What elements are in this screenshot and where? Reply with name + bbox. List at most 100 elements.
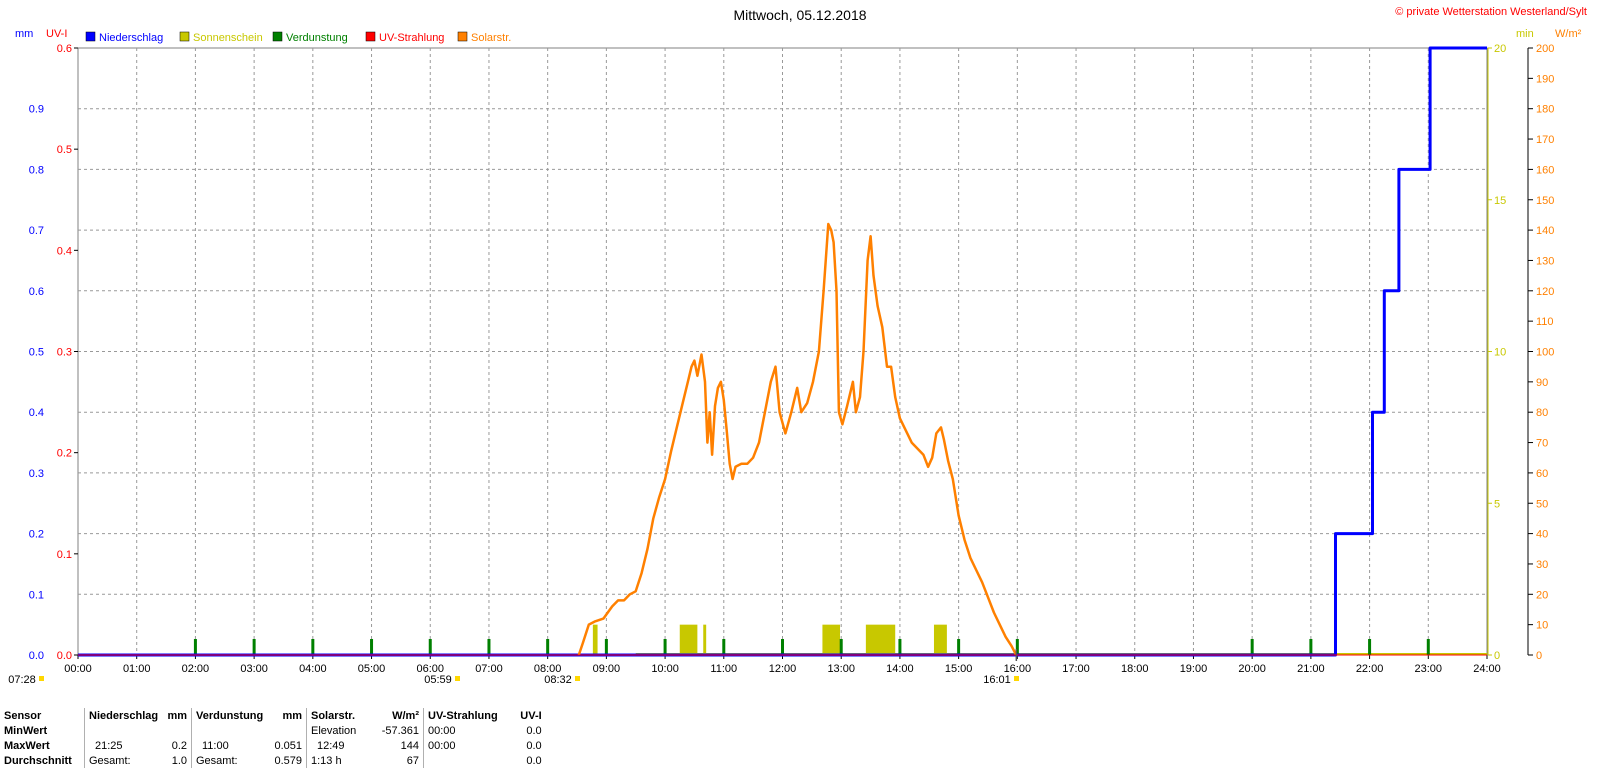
x-tick-label: 01:00 — [123, 663, 151, 675]
stats-cell: 67 — [406, 754, 419, 767]
min-tick-label: 10 — [1494, 347, 1506, 359]
x-tick-label: 07:00 — [475, 663, 503, 675]
mm-tick-label: 0.6 — [29, 286, 44, 298]
evaporation-spike — [722, 639, 726, 655]
evaporation-spike — [781, 639, 784, 655]
x-tick-label: 10:00 — [651, 663, 679, 675]
stats-cell: 11:00 — [191, 738, 268, 753]
evaporation-spike — [898, 639, 902, 655]
evaporation-spike — [1309, 639, 1313, 655]
wm2-tick-label: 50 — [1536, 498, 1548, 510]
solar-radiation-line — [577, 222, 1018, 656]
stats-header-niederschlag-unit: mm — [167, 709, 187, 722]
stats-table: Sensor Niederschlag mm Verdunstung mm So… — [0, 708, 546, 768]
x-tick-label: 00:00 — [64, 663, 92, 675]
wm2-tick-label: 100 — [1536, 347, 1554, 359]
legend-swatch — [457, 31, 468, 42]
legend-label: Solarstr. — [471, 32, 511, 44]
wm2-tick-label: 120 — [1536, 286, 1554, 298]
legend-label: Sonnenschein — [193, 32, 263, 44]
stats-header-verdunstung: Verdunstung — [191, 708, 268, 723]
stats-cell — [422, 753, 502, 768]
evaporation-spike — [839, 639, 843, 655]
legend-label: Verdunstung — [286, 32, 348, 44]
stats-row-avg: Durchschnitt Gesamt: 1.0 Gesamt: 0.579 1… — [0, 753, 546, 768]
legend-swatch — [85, 31, 96, 42]
stats-header-row: Sensor Niederschlag mm Verdunstung mm So… — [0, 708, 546, 723]
evaporation-spike — [487, 639, 491, 655]
stats-cell: 21:25 — [84, 738, 163, 753]
evaporation-spike — [1368, 639, 1372, 655]
stats-cell: 0.579 — [274, 754, 302, 767]
stats-header-solar: Solarstr. — [306, 708, 371, 723]
stats-cell — [84, 723, 163, 738]
stats-cell: 0.0 — [526, 754, 542, 767]
legend-label: UV-Strahlung — [379, 32, 444, 44]
wm2-tick-label: 190 — [1536, 73, 1554, 85]
x-tick-label: 24:00 — [1473, 663, 1501, 675]
uv-tick-label: 0.1 — [57, 549, 72, 561]
stats-cell: 0.0 — [526, 739, 542, 752]
evaporation-spike — [546, 639, 550, 655]
left-axis-unit-mm: mm — [15, 28, 33, 40]
x-tick-label: 12:00 — [769, 663, 797, 675]
stats-header-verdunstung-unit: mm — [282, 709, 302, 722]
wm2-tick-label: 110 — [1536, 316, 1554, 328]
time-marker-dot — [39, 676, 44, 681]
x-tick-label: 15:00 — [945, 663, 973, 675]
sunshine-bar — [592, 624, 598, 655]
left-axis-unit-uv: UV-I — [46, 28, 67, 40]
evaporation-spike — [428, 639, 432, 655]
x-tick-label: 17:00 — [1062, 663, 1090, 675]
stats-cell: Gesamt: — [191, 753, 268, 768]
sunshine-bar — [703, 624, 707, 655]
sunshine-bar — [933, 624, 947, 655]
wm2-tick-label: 170 — [1536, 134, 1554, 146]
evaporation-spike — [193, 639, 197, 655]
time-marker-label: 05:59 — [424, 674, 452, 686]
evaporation-spike — [663, 639, 667, 655]
evaporation-spike — [1250, 639, 1254, 655]
evaporation-spike — [370, 639, 374, 655]
x-tick-label: 09:00 — [593, 663, 621, 675]
legend-swatch — [179, 31, 190, 42]
stats-cell: 0.2 — [171, 739, 187, 752]
x-tick-label: 18:00 — [1121, 663, 1149, 675]
stats-cell: 144 — [400, 739, 419, 752]
uv-tick-label: 0.3 — [57, 347, 72, 359]
stats-header-uv-unit: UV-I — [520, 709, 542, 722]
stats-cell: 1:13 h — [306, 753, 371, 768]
evaporation-spike — [1426, 639, 1430, 655]
stats-cell: -57.361 — [381, 724, 419, 737]
wm2-tick-label: 200 — [1536, 43, 1554, 55]
wm2-tick-label: 160 — [1536, 164, 1554, 176]
stats-cell: Gesamt: — [84, 753, 163, 768]
wm2-tick-label: 80 — [1536, 407, 1548, 419]
uv-tick-label: 0.0 — [57, 650, 72, 662]
legend-swatch — [272, 31, 283, 42]
wm2-tick-label: 140 — [1536, 225, 1554, 237]
sunshine-bar — [822, 624, 841, 655]
x-tick-label: 14:00 — [886, 663, 914, 675]
wm2-tick-label: 30 — [1536, 559, 1548, 571]
stats-cell — [191, 723, 268, 738]
time-marker-label: 07:28 — [8, 674, 36, 686]
mm-tick-label: 0.4 — [29, 407, 44, 419]
x-tick-label: 23:00 — [1415, 663, 1443, 675]
min-tick-label: 15 — [1494, 195, 1506, 207]
x-tick-label: 22:00 — [1356, 663, 1384, 675]
wm2-tick-label: 60 — [1536, 468, 1548, 480]
wm2-tick-label: 40 — [1536, 529, 1548, 541]
sunshine-bar — [679, 624, 698, 655]
time-marker-label: 16:01 — [983, 674, 1011, 686]
time-marker-dot — [575, 676, 580, 681]
stats-row-max: MaxWert 21:25 0.2 11:00 0.051 12:49 144 … — [0, 738, 546, 753]
right-axis-unit-min: min — [1516, 28, 1534, 40]
evaporation-spikes — [193, 639, 1430, 655]
axes: 00:00 01:00 02:00 03:00 04:00 05:00 06:00 07:00… — [29, 43, 1555, 675]
stats-cell: 12:49 — [306, 738, 371, 753]
stats-row-label: MaxWert — [4, 739, 50, 752]
legend-swatch — [365, 31, 376, 42]
stats-cell — [268, 723, 307, 738]
grid — [77, 47, 1488, 656]
